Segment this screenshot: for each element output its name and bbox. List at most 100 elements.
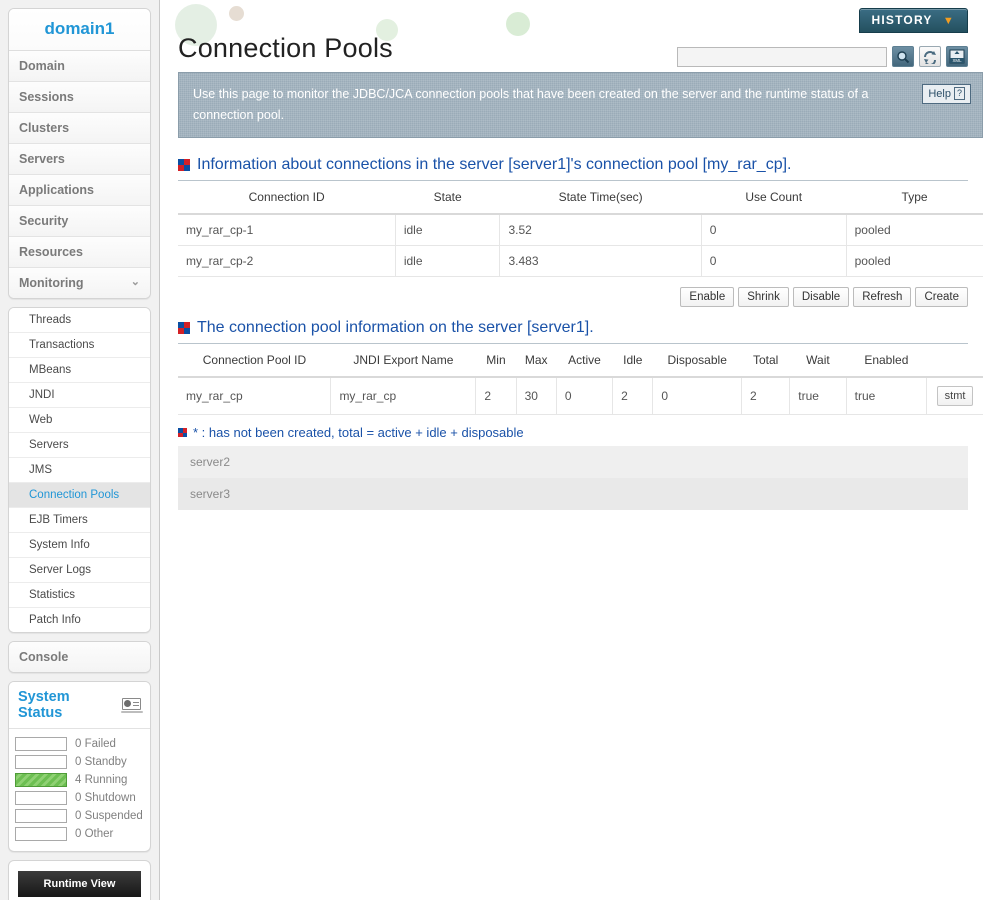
disable-button[interactable]: Disable <box>792 287 850 307</box>
search-input[interactable] <box>677 46 887 67</box>
refresh-icon[interactable] <box>919 46 941 67</box>
sidebar-item-label: Security <box>19 214 69 228</box>
sidebar-actions-panel: Runtime View Lock & Edit Edit configurat… <box>8 860 151 900</box>
primary-nav: Domain Sessions Clusters Servers Application… <box>9 51 150 298</box>
sidebar-item-domain[interactable]: Domain <box>9 51 150 82</box>
table-cell: my_rar_cp-1 <box>178 213 396 246</box>
server-row[interactable]: server2 <box>178 446 968 478</box>
sidebar-item-servers[interactable]: Servers <box>9 144 150 175</box>
table-cell: 0 <box>701 213 847 246</box>
table-cell: pooled <box>846 213 983 246</box>
create-button[interactable]: Create <box>915 287 968 307</box>
enable-button[interactable]: Enable <box>680 287 735 307</box>
console-label: Console <box>19 650 69 664</box>
table-cell: 2 <box>612 376 654 415</box>
sidebar-item-security[interactable]: Security <box>9 206 150 237</box>
table-cell: idle <box>395 245 501 277</box>
info-banner-text: Use this page to monitor the JDBC/JCA co… <box>193 87 869 122</box>
table-cell: true <box>789 376 847 415</box>
stmt-button[interactable]: stmt <box>936 386 974 406</box>
sidebar-subitem-web[interactable]: Web <box>9 408 150 433</box>
status-bar <box>15 737 67 751</box>
column-header: Use Count <box>701 181 847 215</box>
column-header: Idle <box>612 344 653 378</box>
status-row: 0 Other <box>9 825 150 843</box>
laptop-chart-icon[interactable] <box>120 697 143 713</box>
status-label: 0 Shutdown <box>75 792 136 804</box>
table-body: my_rar_cp my_rar_cp 2 30 0 2 0 2 true true stmt <box>178 376 983 415</box>
column-header <box>926 344 983 378</box>
section2-heading-text: The connection pool information on the s… <box>197 319 594 336</box>
shrink-button[interactable]: Shrink <box>738 287 789 307</box>
column-header: State Time(sec) <box>499 181 702 215</box>
sidebar-subitem-ejb-timers[interactable]: EJB Timers <box>9 508 150 533</box>
column-header: Wait <box>789 344 847 378</box>
domain-panel: domain1 Domain Sessions Clusters Servers App… <box>8 8 151 299</box>
search-icon[interactable] <box>892 46 914 67</box>
connections-table: Connection ID State State Time(sec) Use Cou… <box>178 181 983 277</box>
section-heading-connections: Information about connections in the ser… <box>178 150 968 181</box>
table-cell: my_rar_cp <box>330 376 477 415</box>
decorative-circle <box>506 12 530 36</box>
help-button[interactable]: Help ? <box>922 84 971 104</box>
sidebar-item-clusters[interactable]: Clusters <box>9 113 150 144</box>
sidebar-item-resources[interactable]: Resources <box>9 237 150 268</box>
status-label: 0 Suspended <box>75 810 143 822</box>
square-bullet-icon <box>178 159 190 171</box>
refresh-button[interactable]: Refresh <box>853 287 912 307</box>
history-button[interactable]: HISTORY ▼ <box>858 8 968 33</box>
domain-title: domain1 <box>9 9 150 51</box>
sidebar-subitem-threads[interactable]: Threads <box>9 308 150 333</box>
sidebar-item-monitoring[interactable]: Monitoring ⌄ <box>9 268 150 298</box>
table-cell: pooled <box>846 245 983 277</box>
sidebar-subitem-system-info[interactable]: System Info <box>9 533 150 558</box>
sidebar-subitem-transactions[interactable]: Transactions <box>9 333 150 358</box>
console-panel: Console <box>8 641 151 673</box>
column-header: Total <box>741 344 790 378</box>
monitoring-subnav: Threads Transactions MBeans JNDI Web Servers J… <box>9 308 150 632</box>
status-row: 0 Standby <box>9 753 150 771</box>
app-window: domain1 Domain Sessions Clusters Servers App… <box>0 0 985 900</box>
sidebar-subitem-patch-info[interactable]: Patch Info <box>9 608 150 632</box>
status-bar <box>15 827 67 841</box>
table-cell: my_rar_cp <box>178 376 332 415</box>
sidebar-item-label: Applications <box>19 183 95 197</box>
sidebar-subitem-jndi[interactable]: JNDI <box>9 383 150 408</box>
sidebar-item-applications[interactable]: Applications <box>9 175 150 206</box>
search-toolbar: XML <box>677 46 968 67</box>
table-cell: 2 <box>741 376 791 415</box>
sidebar-subitem-server-logs[interactable]: Server Logs <box>9 558 150 583</box>
sidebar-subitem-jms[interactable]: JMS <box>9 458 150 483</box>
sidebar-item-label: Clusters <box>19 121 70 135</box>
sidebar-item-label: Monitoring <box>19 276 84 290</box>
footnote: * : has not been created, total = active… <box>178 425 968 440</box>
status-label: 0 Failed <box>75 738 116 750</box>
table-row: my_rar_cp-2 idle 3.483 0 pooled <box>178 245 983 277</box>
main-content: Connection Pools HISTORY ▼ XML Use this … <box>161 0 985 900</box>
server-row[interactable]: server3 <box>178 478 968 510</box>
sidebar-item-label: Sessions <box>19 90 74 104</box>
footnote-text: * : has not been created, total = active… <box>193 425 524 440</box>
sidebar-subitem-statistics[interactable]: Statistics <box>9 583 150 608</box>
sidebar-subitem-connection-pools[interactable]: Connection Pools <box>9 483 150 508</box>
xml-export-icon[interactable]: XML <box>946 46 968 67</box>
decorative-circle <box>229 6 244 21</box>
help-label: Help <box>928 87 951 100</box>
column-header: Disposable <box>652 344 742 378</box>
system-status-header: System Status <box>9 682 150 729</box>
sidebar-subitem-servers[interactable]: Servers <box>9 433 150 458</box>
sidebar-subitem-mbeans[interactable]: MBeans <box>9 358 150 383</box>
chevron-down-icon: ⌄ <box>130 276 140 289</box>
sidebar-item-console[interactable]: Console <box>9 642 150 672</box>
chevron-down-icon: ▼ <box>942 15 955 27</box>
status-bar <box>15 755 67 769</box>
section1-heading-text: Information about connections in the ser… <box>197 156 792 173</box>
status-row: 4 Running <box>9 771 150 789</box>
sidebar-item-sessions[interactable]: Sessions <box>9 82 150 113</box>
table-cell: true <box>846 376 928 415</box>
page-title: Connection Pools <box>178 33 393 64</box>
status-row: 0 Failed <box>9 735 150 753</box>
runtime-view-button[interactable]: Runtime View <box>18 871 141 897</box>
system-status-title: System Status <box>18 689 70 721</box>
sidebar: domain1 Domain Sessions Clusters Servers App… <box>0 0 160 900</box>
